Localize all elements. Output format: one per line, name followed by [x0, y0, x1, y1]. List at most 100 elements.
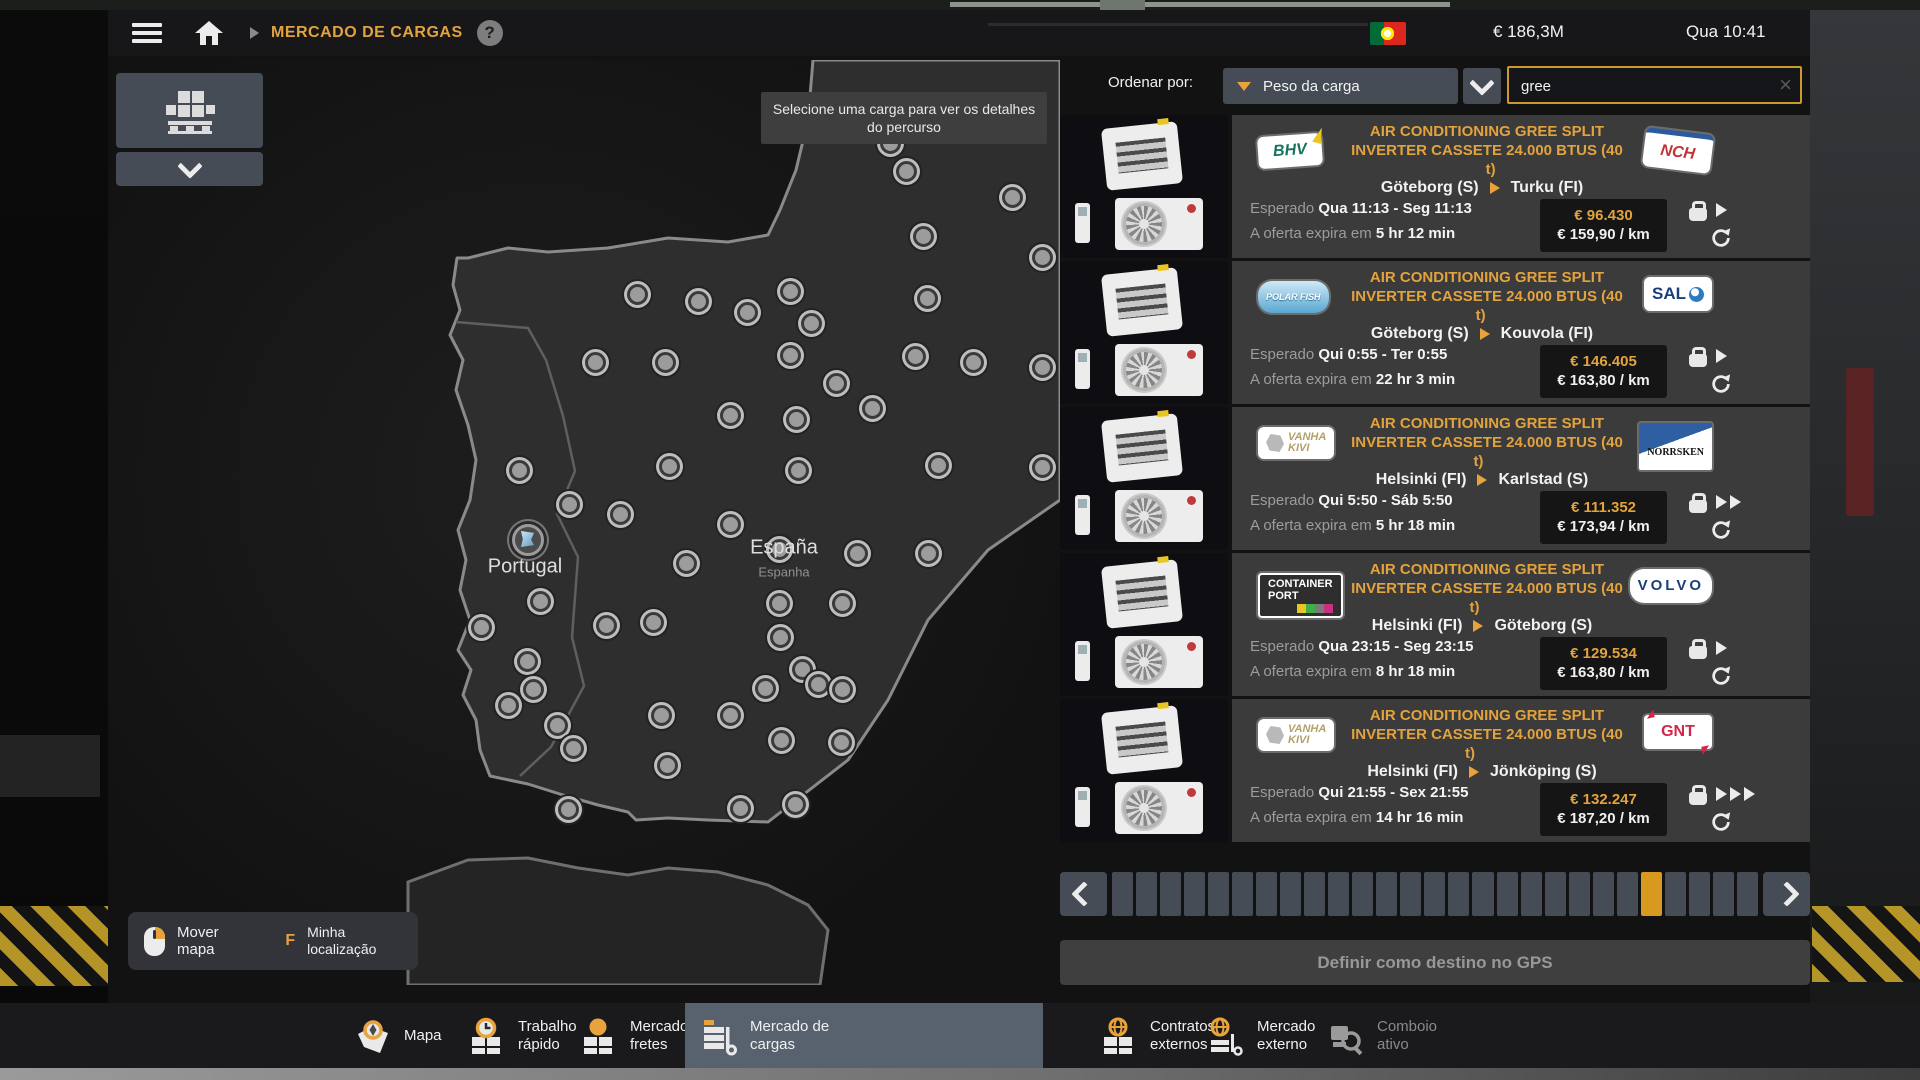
page-segment[interactable]: [1568, 872, 1590, 916]
map-marker[interactable]: [918, 543, 939, 564]
set-gps-destination-button[interactable]: Definir como destino no GPS: [1060, 940, 1810, 985]
nav-item-map[interactable]: Mapa: [352, 1003, 442, 1068]
map-marker[interactable]: [801, 313, 822, 334]
map-marker[interactable]: [785, 794, 806, 815]
menu-button[interactable]: [132, 23, 162, 43]
map-marker[interactable]: [847, 543, 868, 564]
map-marker[interactable]: [688, 291, 709, 312]
job-card[interactable]: CONTAINER PORT VOLVO AIR CONDITIONING GR…: [1060, 553, 1810, 696]
map-marker[interactable]: [563, 738, 584, 759]
map-marker[interactable]: [547, 715, 568, 736]
map-marker[interactable]: [498, 695, 519, 716]
map-marker[interactable]: [755, 678, 776, 699]
map-marker[interactable]: [1032, 247, 1053, 268]
page-segment[interactable]: [1424, 872, 1446, 916]
page-segment-active[interactable]: [1640, 872, 1662, 916]
page-segment[interactable]: [1616, 872, 1638, 916]
nav-item-external-market[interactable]: Mercado externo: [1205, 1003, 1315, 1068]
map-marker[interactable]: [655, 352, 676, 373]
map-marker[interactable]: [610, 504, 631, 525]
page-segment[interactable]: [1400, 872, 1422, 916]
map-marker[interactable]: [1032, 357, 1053, 378]
page-segment[interactable]: [1280, 872, 1302, 916]
map-marker[interactable]: [917, 288, 938, 309]
map-marker[interactable]: [862, 398, 883, 419]
page-segment[interactable]: [1712, 872, 1734, 916]
map-marker[interactable]: [780, 345, 801, 366]
map-marker[interactable]: [737, 302, 758, 323]
map-marker[interactable]: [786, 409, 807, 430]
map-marker[interactable]: [808, 674, 829, 695]
map-marker[interactable]: [905, 346, 926, 367]
map-marker[interactable]: [769, 593, 790, 614]
page-segment[interactable]: [1184, 872, 1206, 916]
page-segment[interactable]: [1736, 872, 1758, 916]
collapse-panel-button[interactable]: [116, 152, 263, 186]
map-marker[interactable]: [517, 651, 538, 672]
page-segment[interactable]: [1352, 872, 1374, 916]
map-marker[interactable]: [788, 460, 809, 481]
map-marker[interactable]: [826, 373, 847, 394]
page-segment[interactable]: [1520, 872, 1542, 916]
map-marker[interactable]: [720, 705, 741, 726]
map-marker[interactable]: [1002, 187, 1023, 208]
map-marker[interactable]: [780, 281, 801, 302]
map-marker[interactable]: [657, 755, 678, 776]
job-card[interactable]: VANHA KIVI NORRSKEN AIR CONDITIONING GRE…: [1060, 407, 1810, 550]
nav-item-quick-job[interactable]: Trabalho rápido: [466, 1003, 577, 1068]
help-button[interactable]: ?: [476, 20, 503, 46]
map-marker[interactable]: [831, 732, 852, 753]
map-marker[interactable]: [771, 730, 792, 751]
page-segment[interactable]: [1688, 872, 1710, 916]
map-marker[interactable]: [832, 679, 853, 700]
job-card[interactable]: POLAR FISH SAL AIR CONDITIONING GREE SPL…: [1060, 261, 1810, 404]
page-segment[interactable]: [1664, 872, 1686, 916]
map-marker[interactable]: [585, 352, 606, 373]
map-marker[interactable]: [720, 514, 741, 535]
page-segment[interactable]: [1136, 872, 1158, 916]
map-marker[interactable]: [832, 593, 853, 614]
map-marker[interactable]: [963, 352, 984, 373]
sort-dropdown[interactable]: Peso da carga: [1223, 68, 1458, 104]
page-segment[interactable]: [1376, 872, 1398, 916]
map-marker[interactable]: [720, 405, 741, 426]
map-marker[interactable]: [651, 705, 672, 726]
page-segment[interactable]: [1328, 872, 1350, 916]
clear-search-icon[interactable]: ×: [1779, 72, 1792, 98]
page-segment[interactable]: [1304, 872, 1326, 916]
page-segment[interactable]: [1472, 872, 1494, 916]
page-segment[interactable]: [1448, 872, 1470, 916]
page-segment[interactable]: [1232, 872, 1254, 916]
prev-page-button[interactable]: [1060, 872, 1107, 916]
search-input[interactable]: [1519, 71, 1763, 101]
map-marker[interactable]: [523, 679, 544, 700]
sort-expand-button[interactable]: [1463, 68, 1501, 104]
nav-item-cargo-market[interactable]: Mercado de cargas: [685, 1003, 1043, 1068]
job-card[interactable]: VANHA KIVI GNT AIR CONDITIONING GREE SPL…: [1060, 699, 1810, 842]
map-marker[interactable]: [1032, 457, 1053, 478]
page-segment[interactable]: [1256, 872, 1278, 916]
map-marker[interactable]: [559, 494, 580, 515]
map-marker[interactable]: [558, 799, 579, 820]
map-marker[interactable]: [913, 226, 934, 247]
map-marker[interactable]: [730, 798, 751, 819]
map-marker[interactable]: [627, 284, 648, 305]
map-marker[interactable]: [896, 161, 917, 182]
page-segment[interactable]: [1112, 872, 1134, 916]
page-segment[interactable]: [1544, 872, 1566, 916]
map-marker[interactable]: [530, 591, 551, 612]
map-marker[interactable]: [928, 455, 949, 476]
map-marker[interactable]: [643, 612, 664, 633]
page-segment[interactable]: [1592, 872, 1614, 916]
page-segment[interactable]: [1208, 872, 1230, 916]
page-segment[interactable]: [1160, 872, 1182, 916]
home-button[interactable]: [194, 20, 224, 46]
map-marker[interactable]: [471, 617, 492, 638]
page-segment[interactable]: [1496, 872, 1518, 916]
cargo-group-button[interactable]: [116, 73, 263, 148]
map-marker[interactable]: [596, 615, 617, 636]
nav-item-external-contracts[interactable]: Contratos externos: [1098, 1003, 1215, 1068]
job-card[interactable]: BHV NCH AIR CONDITIONING GREE SPLIT INVER…: [1060, 115, 1810, 258]
map-marker[interactable]: [676, 553, 697, 574]
next-page-button[interactable]: [1763, 872, 1810, 916]
